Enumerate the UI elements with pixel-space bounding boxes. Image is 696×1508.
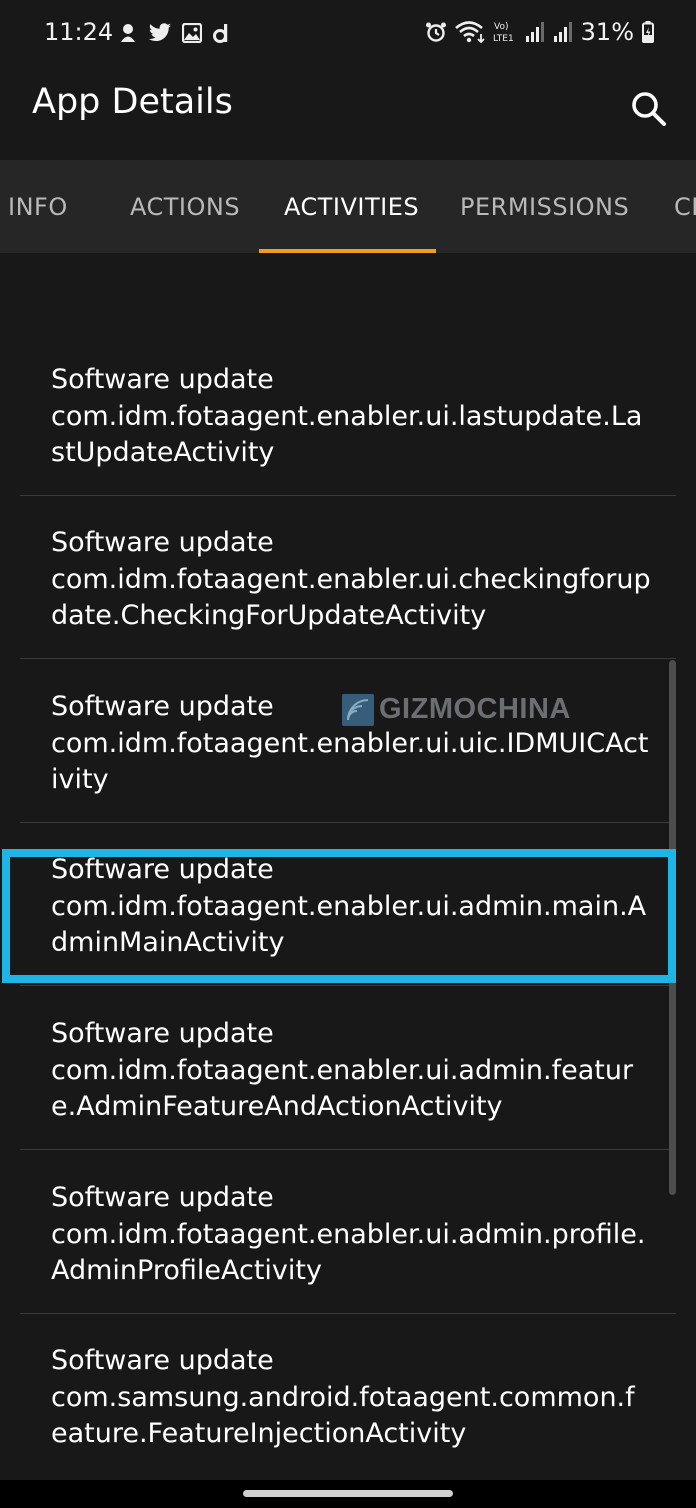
activity-label: Software update [51,364,274,395]
twitter-icon [149,23,171,41]
list-item[interactable]: Software update com.idm.fotaagent.enable… [20,823,676,986]
activity-label: Software update [51,1345,274,1376]
list-item[interactable]: Software update com.idm.fotaagent.enable… [20,660,676,823]
wifi-icon [454,21,485,44]
activity-name: com.idm.fotaagent.enabler.ui.admin.main.… [51,890,647,959]
scrollbar[interactable] [669,660,676,1195]
alarm-icon [425,22,446,42]
svg-text:Vo): Vo) [494,22,508,32]
list-item[interactable]: Software update com.idm.fotaagent.enable… [20,987,676,1150]
activity-label: Software update [51,527,274,558]
activity-name: com.idm.fotaagent.enabler.ui.lastupdate.… [51,400,643,469]
activity-label: Software update [51,1182,274,1213]
list-item[interactable]: Software update com.idm.fotaagent.enable… [20,1151,676,1314]
tab-bar: INFO ACTIONS ACTIVITIES PERMISSIONS CE [0,160,696,253]
activity-label: Software update [51,854,274,885]
tab-info[interactable]: INFO [8,160,68,253]
tab-activities[interactable]: ACTIVITIES [284,160,419,253]
notification-icon [121,24,135,42]
divider [20,658,676,659]
status-time: 11:24 [44,18,114,46]
home-gesture-handle[interactable] [243,1490,453,1497]
volte-icon: Vo) LTE1 [493,22,514,44]
svg-text:LTE1: LTE1 [493,34,514,44]
gizmochina-logo-icon [342,693,374,726]
tab-actions[interactable]: ACTIONS [130,160,240,253]
activity-label: Software update [51,1018,274,1049]
page-title: App Details [32,82,233,122]
activity-list[interactable]: Software update com.idm.fotaagent.enable… [0,253,696,1480]
navigation-bar [0,1480,696,1508]
app-details-screen: 11:24 Vo) LTE1 31% App Details INFO ACTI… [0,0,696,1480]
list-item[interactable]: Software update com.idm.fotaagent.enable… [20,333,676,496]
divider [20,985,676,986]
list-item[interactable]: Software update com.samsung.android.fota… [20,1314,676,1477]
list-item[interactable]: Software update com.idm.fotaagent.enable… [20,496,676,659]
status-bar: 11:24 Vo) LTE1 31% [0,0,696,66]
tab-certificates[interactable]: CE [674,160,696,253]
battery-percent: 31% [580,18,634,46]
search-icon [632,92,666,126]
activity-name: com.idm.fotaagent.enabler.ui.admin.featu… [51,1054,634,1123]
divider [20,1149,676,1150]
activity-name: com.idm.fotaagent.enabler.ui.uic.IDMUICA… [51,727,649,796]
app-bar: App Details [0,66,696,160]
search-button[interactable] [624,84,674,134]
watermark: GIZMOCHINA [342,693,571,726]
signal-icon [553,22,572,42]
activity-name: com.idm.fotaagent.enabler.ui.admin.profi… [51,1218,646,1287]
app-d-icon [213,24,228,43]
activity-name: com.idm.fotaagent.enabler.ui.checkingfor… [51,563,651,632]
signal-icon [525,22,544,42]
status-system-icons: Vo) LTE1 31% [425,18,654,46]
activity-name: com.samsung.android.fotaagent.common.fea… [51,1381,635,1450]
gallery-icon [182,23,202,43]
battery-charging-icon [642,21,654,43]
status-notification-icons [118,22,230,44]
tab-permissions[interactable]: PERMISSIONS [460,160,629,253]
watermark-text: GIZMOCHINA [379,693,571,725]
